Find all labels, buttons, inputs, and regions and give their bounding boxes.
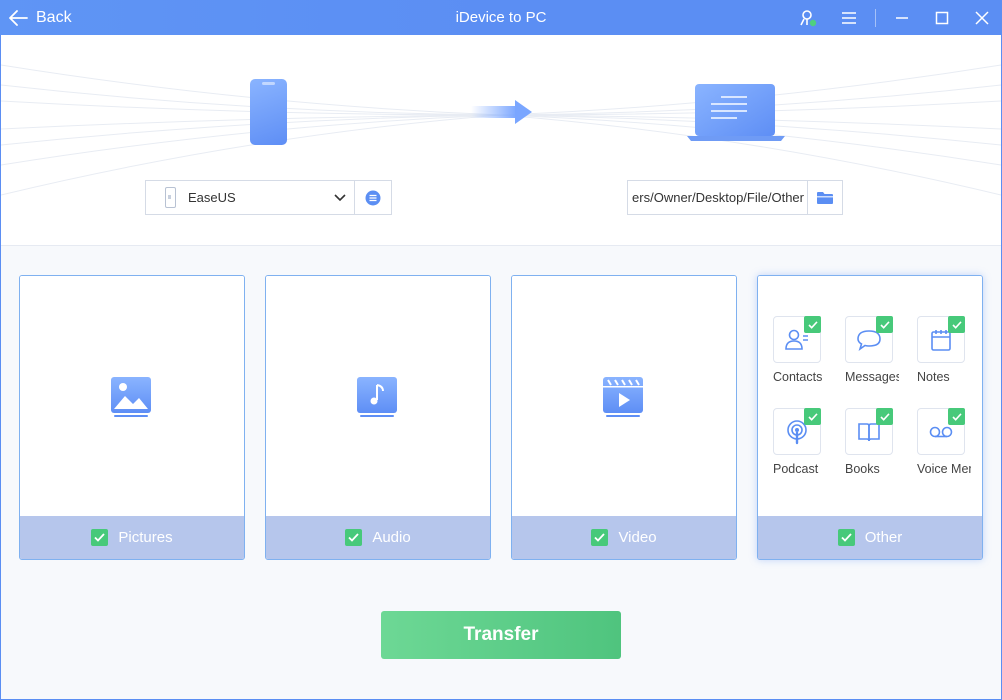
iphone-illustration bbox=[250, 79, 287, 145]
other-item-notes[interactable]: Notes bbox=[917, 316, 977, 384]
device-selector-dropdown[interactable]: EaseUS bbox=[145, 180, 355, 215]
checkbox-checked-icon[interactable] bbox=[591, 529, 609, 546]
account-status-icon[interactable] bbox=[797, 6, 821, 30]
list-info-icon bbox=[365, 190, 381, 205]
card-body bbox=[20, 276, 244, 518]
minimize-icon[interactable] bbox=[890, 6, 914, 30]
category-label: Pictures bbox=[118, 529, 173, 546]
chevron-down-icon bbox=[334, 193, 346, 201]
other-item-label: Messages bbox=[845, 370, 899, 384]
category-label: Audio bbox=[372, 529, 411, 546]
destination-path-text: ers/Owner/Desktop/File/Other bbox=[632, 190, 804, 205]
other-item-label: Books bbox=[845, 462, 880, 476]
pc-illustration bbox=[687, 84, 785, 141]
checkbox-checked-icon[interactable] bbox=[948, 408, 965, 425]
close-icon[interactable] bbox=[970, 6, 994, 30]
category-card-audio[interactable]: Audio bbox=[265, 275, 491, 560]
category-card-video[interactable]: Video bbox=[511, 275, 737, 560]
other-item-messages[interactable]: Messages bbox=[845, 316, 905, 384]
video-icon bbox=[603, 377, 643, 417]
checkbox-checked-icon[interactable] bbox=[837, 529, 855, 546]
category-card-pictures[interactable]: Pictures bbox=[19, 275, 245, 560]
title-bar: Back iDevice to PC bbox=[0, 0, 1002, 35]
destination-path-field[interactable]: ers/Owner/Desktop/File/Other bbox=[627, 180, 808, 215]
category-label: Other bbox=[864, 529, 903, 546]
other-item-podcast[interactable]: Podcast bbox=[773, 408, 833, 476]
phone-icon bbox=[165, 187, 176, 208]
other-item-label: Contacts bbox=[773, 370, 823, 384]
other-item-label: Voice Memos bbox=[917, 462, 971, 476]
other-item-contacts[interactable]: Contacts bbox=[773, 316, 833, 384]
card-body bbox=[512, 276, 736, 518]
transfer-direction-arrow bbox=[471, 100, 532, 124]
checkbox-checked-icon[interactable] bbox=[876, 408, 893, 425]
transfer-route-panel: EaseUS ers/Owner/Desktop/File/Other bbox=[1, 35, 1001, 246]
device-name: EaseUS bbox=[188, 190, 236, 205]
checkbox-checked-icon[interactable] bbox=[804, 408, 821, 425]
maximize-icon[interactable] bbox=[930, 6, 954, 30]
card-body: Contacts Messages Notes Podcast Books Vo… bbox=[758, 276, 982, 518]
picture-icon bbox=[111, 377, 151, 417]
checkbox-checked-icon[interactable] bbox=[804, 316, 821, 333]
card-body bbox=[266, 276, 490, 518]
checkbox-checked-icon[interactable] bbox=[876, 316, 893, 333]
other-item-voice-memos[interactable]: Voice Memos bbox=[917, 408, 977, 476]
other-item-label: Notes bbox=[917, 370, 950, 384]
music-icon bbox=[357, 377, 397, 417]
checkbox-checked-icon[interactable] bbox=[948, 316, 965, 333]
category-card-other[interactable]: Contacts Messages Notes Podcast Books Vo… bbox=[757, 275, 983, 560]
checkbox-checked-icon[interactable] bbox=[345, 529, 363, 546]
other-item-label: Podcast bbox=[773, 462, 819, 476]
card-footer: Audio bbox=[266, 516, 490, 559]
category-label: Video bbox=[618, 529, 657, 546]
card-footer: Other bbox=[758, 516, 982, 559]
titlebar-divider bbox=[875, 8, 876, 27]
transfer-button[interactable]: Transfer bbox=[381, 611, 621, 659]
card-footer: Video bbox=[512, 516, 736, 559]
device-info-button[interactable] bbox=[354, 180, 392, 215]
card-footer: Pictures bbox=[20, 516, 244, 559]
other-item-books[interactable]: Books bbox=[845, 408, 905, 476]
menu-icon[interactable] bbox=[837, 6, 861, 30]
checkbox-checked-icon[interactable] bbox=[91, 529, 109, 546]
folder-icon bbox=[817, 191, 833, 204]
browse-folder-button[interactable] bbox=[807, 180, 843, 215]
